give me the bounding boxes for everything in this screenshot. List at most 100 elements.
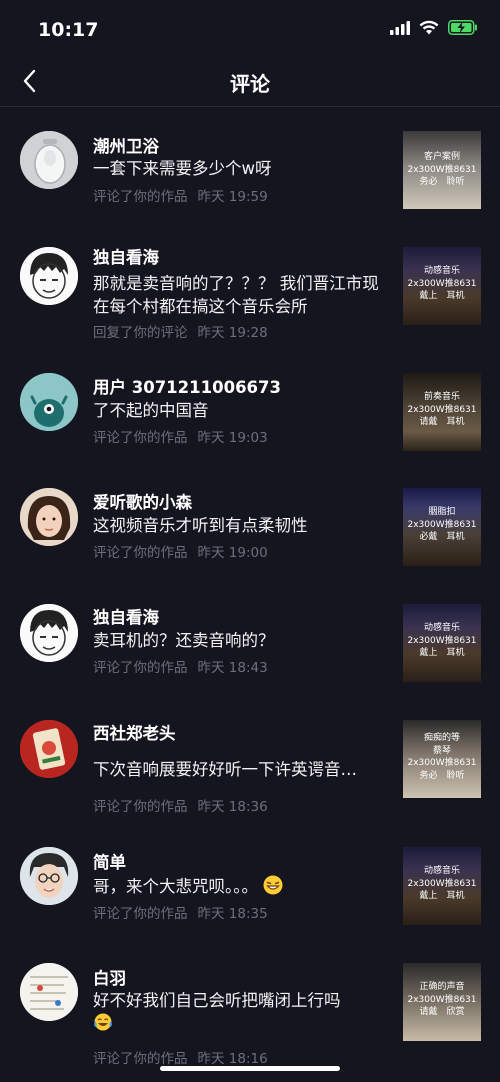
tears-of-joy-emoji-icon [94,1013,112,1031]
thumbnail-caption: 戴上 耳机 [419,648,465,658]
thumbnail-caption: 2x300W推8631 [407,635,477,646]
thumbnail-caption: 前奏音乐 [423,392,460,402]
comment-item[interactable]: 白羽 好不好我们自己会听把嘴闭上行吗 评论了你的作品 昨天 18:16 正确的声音… [0,940,500,1067]
comment-text: 这视频音乐才听到有点柔韧性 [93,516,308,535]
thumbnail-caption: 2x300W推8631 [407,758,477,768]
comment-text: 好不好我们自己会听把嘴闭上行吗 [93,989,391,1035]
avatar[interactable] [20,488,78,546]
avatar[interactable] [20,604,78,662]
comment-text: 一套下来需要多少个w呀 [93,159,272,178]
comment-author[interactable]: 简单 [93,849,126,873]
comment-action: 评论了你的作品 [93,660,188,676]
thumbnail-caption: 动感音乐 [423,266,460,276]
comment-text: 卖耳机的？还卖音响的？ [93,631,275,650]
comment-time: 昨天 19:03 [197,430,268,446]
wifi-icon [419,20,439,35]
comment-author[interactable]: 白羽 [93,965,126,989]
page-title: 评论 [230,72,270,96]
comment-author[interactable]: 用户 3071211006673 [93,374,281,398]
thumbnail-caption: 戴上 耳机 [419,291,465,301]
avatar[interactable] [20,373,78,431]
thumbnail-caption: 请戴 欣赏 [419,1007,465,1017]
comment-meta: 评论了你的作品 昨天 18:35 [93,902,268,922]
comment-action: 回复了你的评论 [93,325,188,341]
comment-author[interactable]: 爱听歌的小森 [93,489,192,513]
thumbnail-caption: 2x300W推8631 [407,404,477,415]
comment-time: 昨天 19:28 [197,325,268,341]
comment-time: 昨天 18:35 [197,906,268,922]
comment-item[interactable]: 独自看海 那就是卖音响的了？？？ 我们晋江市现在每个村都在搞这个音乐会所 回复了… [0,221,500,341]
thumbnail-caption: 客户案例 [423,152,460,162]
thumbnail-caption: 请戴 耳机 [419,417,465,427]
comment-item[interactable]: 爱听歌的小森 这视频音乐才听到有点柔韧性 评论了你的作品 昨天 19:00 胭脂扣… [0,462,500,577]
comment-meta: 评论了你的作品 昨天 19:59 [93,185,268,205]
comment-meta: 评论了你的作品 昨天 18:43 [93,656,268,676]
thumbnail-caption: 2x300W推8631 [407,278,477,289]
comment-item[interactable]: 潮州卫浴 一套下来需要多少个w呀 评论了你的作品 昨天 19:59 客户案例 2x… [0,106,500,221]
video-thumbnail[interactable]: 客户案例 2x300W推8631 务必 聆听 [403,131,481,209]
signal-icon [390,20,410,35]
comment-item[interactable]: 简单 哥，来个大悲咒呗。。。 评论了你的作品 昨天 18:35 动感音乐 2x30… [0,825,500,939]
thumbnail-caption: 戴上 耳机 [419,891,465,901]
comment-text: 哥，来个大悲咒呗。。。 [93,875,391,898]
avatar[interactable] [20,720,78,778]
video-thumbnail[interactable]: 前奏音乐 2x300W推8631 请戴 耳机 [403,373,481,451]
comment-action: 评论了你的作品 [93,799,188,815]
video-thumbnail[interactable]: 胭脂扣 2x300W推8631 必戴 耳机 [403,488,481,566]
grinning-emoji-icon [263,875,283,895]
avatar[interactable] [20,847,78,905]
comment-author[interactable]: 独自看海 [93,244,159,268]
thumbnail-caption: 动感音乐 [423,623,460,633]
comment-text: 那就是卖音响的了？？？ 我们晋江市现在每个村都在搞这个音乐会所 [93,274,379,316]
video-thumbnail[interactable]: 痴痴的等 蔡琴 2x300W推8631 务必 聆听 [403,720,481,798]
comment-text: 下次音响展要好好听一下许英谔音… [93,760,357,779]
avatar[interactable] [20,963,78,1021]
comment-meta: 评论了你的作品 昨天 19:00 [93,541,268,561]
video-thumbnail[interactable]: 动感音乐 2x300W推8631 戴上 耳机 [403,847,481,925]
status-icons [390,20,478,35]
thumbnail-caption: 2x300W推8631 [407,519,477,530]
thumbnail-caption: 务必 聆听 [419,177,465,187]
avatar[interactable] [20,247,78,305]
comment-item[interactable]: 独自看海 卖耳机的？还卖音响的？ 评论了你的作品 昨天 18:43 动感音乐 2x… [0,578,500,693]
comment-text-body: 哥，来个大悲咒呗。。。 [93,877,258,896]
status-bar: 10:17 [0,0,500,58]
thumbnail-caption: 蔡琴 [432,745,451,756]
nav-bar: 评论 [0,58,500,107]
comment-author[interactable]: 西社郑老头 [93,720,176,744]
comment-action: 评论了你的作品 [93,189,188,205]
comment-item[interactable]: 西社郑老头 下次音响展要好好听一下许英谔音… 评论了你的作品 昨天 18:36 痴… [0,694,500,824]
thumbnail-caption: 2x300W推8631 [407,878,477,889]
comment-action: 评论了你的作品 [93,1051,188,1067]
comment-meta: 评论了你的作品 昨天 18:36 [93,795,268,815]
comment-author[interactable]: 独自看海 [93,604,159,628]
video-thumbnail[interactable]: 动感音乐 2x300W推8631 戴上 耳机 [403,604,481,682]
status-time: 10:17 [38,19,99,41]
thumbnail-caption: 动感音乐 [423,866,460,876]
comment-time: 昨天 18:43 [197,660,268,676]
thumbnail-caption: 正确的声音 [419,982,465,992]
home-indicator[interactable] [160,1066,340,1071]
comment-action: 评论了你的作品 [93,906,188,922]
video-thumbnail[interactable]: 正确的声音 2x300W推8631 请戴 欣赏 [403,963,481,1041]
thumbnail-caption: 2x300W推8631 [407,164,477,175]
avatar[interactable] [20,131,78,189]
thumbnail-caption: 2x300W推8631 [407,994,477,1005]
comment-time: 昨天 19:59 [197,189,268,205]
comment-action: 评论了你的作品 [93,545,188,561]
comment-text-body: 好不好我们自己会听把嘴闭上行吗 [93,991,341,1010]
comment-text: 了不起的中国音 [93,401,209,420]
video-thumbnail[interactable]: 动感音乐 2x300W推8631 戴上 耳机 [403,247,481,325]
thumbnail-caption: 必戴 耳机 [419,532,465,542]
comment-item[interactable]: 用户 3071211006673 了不起的中国音 评论了你的作品 昨天 19:03… [0,347,500,460]
comment-meta: 评论了你的作品 昨天 19:03 [93,426,268,446]
comment-meta: 回复了你的评论 昨天 19:28 [93,321,268,341]
battery-charging-icon [448,20,477,35]
comment-meta: 评论了你的作品 昨天 18:16 [93,1047,268,1067]
comment-time: 昨天 18:16 [197,1051,268,1067]
thumbnail-caption: 务必 聆听 [419,770,465,781]
thumbnail-caption: 胭脂扣 [428,507,456,517]
thumbnail-caption: 痴痴的等 [423,733,460,743]
comment-action: 评论了你的作品 [93,430,188,446]
comment-author[interactable]: 潮州卫浴 [93,133,159,157]
